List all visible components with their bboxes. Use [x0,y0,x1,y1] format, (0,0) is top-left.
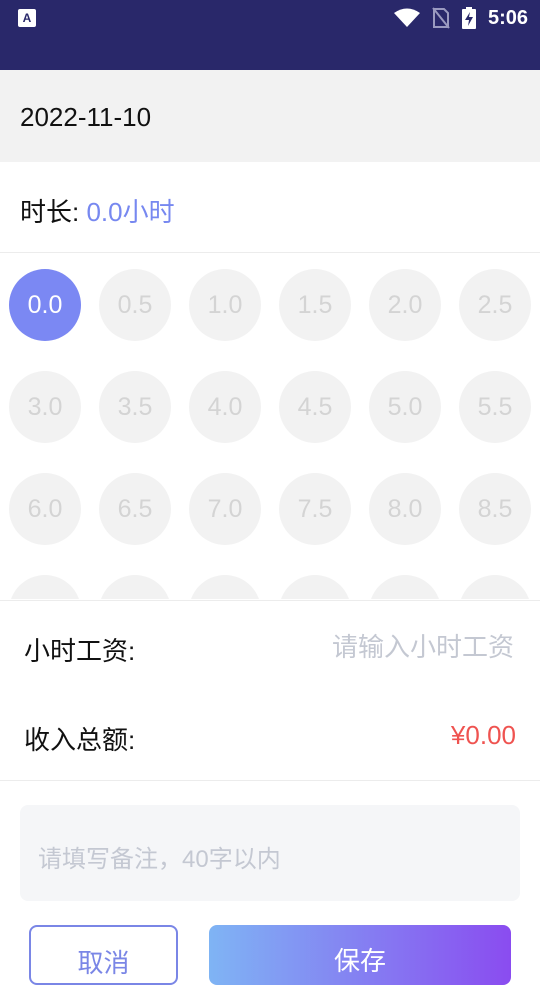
hourly-wage-row: 小时工资: [0,600,540,692]
wifi-icon [393,8,420,27]
hourly-wage-input[interactable] [252,625,516,669]
status-icons: 5:06 [393,6,528,30]
hour-option[interactable]: 6.0 [9,473,81,545]
save-button[interactable]: 保存 [209,925,511,985]
hour-options-grid[interactable]: 0.0 0.5 1.0 1.5 2.0 2.5 3.0 3.5 4.0 4.5 5.0 5.5 6.0 6… [0,253,540,599]
hour-option[interactable]: 1.5 [279,269,351,341]
date-header[interactable]: 2022-11-10 [0,70,540,162]
hour-option[interactable]: 2.5 [459,269,531,341]
app-notification-icon: A [18,9,36,27]
hour-option[interactable]: 3.5 [99,371,171,443]
hour-option-partial[interactable] [459,575,531,599]
hour-option-partial[interactable] [369,575,441,599]
status-bar: A 5:06 [0,0,540,70]
hour-option[interactable]: 2.0 [369,269,441,341]
duration-value: 0.0小时 [86,197,175,227]
total-income-row: 收入总额: ¥0.00 [0,690,540,781]
hourly-wage-label: 小时工资: [24,636,136,666]
hour-option[interactable]: 6.5 [99,473,171,545]
hour-option-partial[interactable] [9,575,81,599]
hour-option[interactable]: 7.0 [189,473,261,545]
duration-row: 时长: 0.0小时 [0,162,540,253]
hour-option[interactable]: 8.5 [459,473,531,545]
hour-option[interactable]: 3.0 [9,371,81,443]
hour-option[interactable]: 4.5 [279,371,351,443]
hour-option[interactable]: 7.5 [279,473,351,545]
total-income-value: ¥0.00 [450,720,516,750]
hour-option[interactable]: 8.0 [369,473,441,545]
hour-option[interactable]: 4.0 [189,371,261,443]
hour-option[interactable]: 0.0 [9,269,81,341]
note-input[interactable] [36,837,500,881]
hour-option-partial[interactable] [99,575,171,599]
hour-option[interactable]: 5.5 [459,371,531,443]
duration-label: 时长: 0.0小时 [20,197,175,227]
hour-option-partial[interactable] [189,575,261,599]
hour-option[interactable]: 5.0 [369,371,441,443]
hour-option[interactable]: 0.5 [99,269,171,341]
hour-option-partial[interactable] [279,575,351,599]
no-sim-icon [432,7,450,29]
total-income-label: 收入总额: [24,725,136,755]
hour-option[interactable]: 1.0 [189,269,261,341]
clock-time: 5:06 [487,6,528,29]
cancel-button[interactable]: 取消 [29,925,178,985]
battery-charging-icon [461,7,476,29]
note-box[interactable] [20,805,520,901]
date-text: 2022-11-10 [20,102,152,132]
